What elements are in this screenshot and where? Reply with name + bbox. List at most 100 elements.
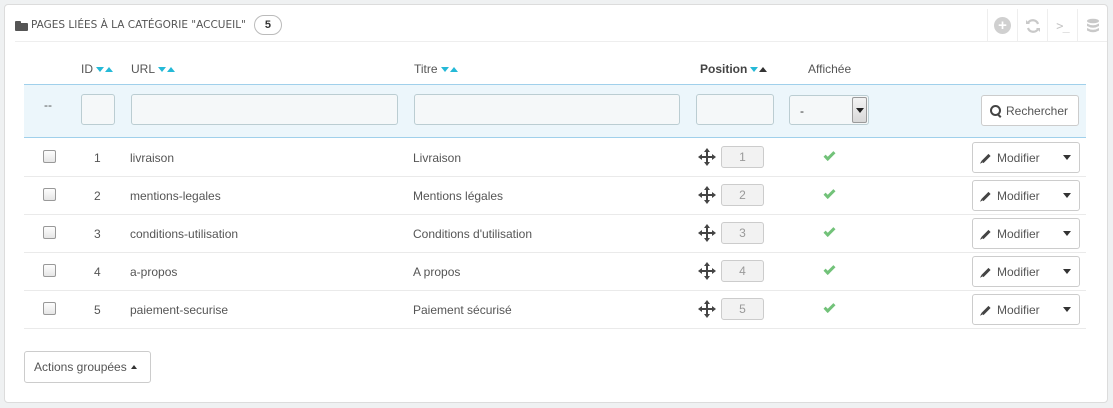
edit-button-label: Modifier — [997, 227, 1040, 241]
header-id-label: ID — [81, 62, 93, 76]
table-row: 4 a-propos A propos 4 Modifier — [24, 253, 1086, 291]
cell-title: A propos — [413, 265, 461, 279]
header-title[interactable]: Titre — [414, 62, 458, 76]
terminal-icon: >_ — [1056, 18, 1069, 33]
cell-url: paiement-securise — [130, 303, 229, 317]
panel-toolbar: + >_ — [987, 9, 1107, 42]
row-actions-dropdown[interactable] — [1053, 181, 1080, 210]
bulk-actions-button[interactable]: Actions groupées — [24, 351, 151, 383]
sort-desc-icon[interactable] — [440, 66, 449, 72]
row-actions-dropdown[interactable] — [1053, 143, 1080, 172]
sort-asc-icon[interactable] — [449, 66, 458, 72]
edit-button[interactable]: Modifier — [981, 265, 1040, 279]
drag-handle-icon[interactable] — [698, 148, 716, 166]
export-button[interactable] — [1077, 9, 1107, 42]
header-title-label: Titre — [414, 62, 438, 76]
row-actions-dropdown[interactable] — [1053, 219, 1080, 248]
sort-asc-icon[interactable] — [167, 66, 176, 72]
row-actions-dropdown[interactable] — [1053, 295, 1080, 324]
header-displayed: Affichée — [808, 62, 851, 76]
bulk-select-placeholder: -- — [44, 98, 52, 112]
drag-handle-icon[interactable] — [698, 262, 716, 280]
check-icon[interactable] — [823, 224, 836, 238]
sort-desc-icon[interactable] — [158, 66, 167, 72]
cell-url: mentions-legales — [130, 189, 221, 203]
panel-heading: Pages liées à la catégorie "Accueil" 5 +… — [15, 9, 1107, 42]
sort-desc-icon[interactable] — [96, 66, 104, 72]
check-icon[interactable] — [823, 262, 836, 276]
sort-icons[interactable] — [96, 66, 113, 72]
edit-button[interactable]: Modifier — [981, 151, 1040, 165]
panel-title: Pages liées à la catégorie "Accueil" — [31, 19, 246, 31]
position-value: 4 — [721, 260, 764, 282]
cell-id: 5 — [94, 303, 101, 317]
refresh-button[interactable] — [1017, 9, 1047, 42]
filter-id-input[interactable] — [81, 94, 115, 125]
add-icon: + — [994, 17, 1011, 34]
row-actions-dropdown[interactable] — [1053, 257, 1080, 286]
header-id[interactable]: ID — [81, 62, 113, 76]
sort-desc-icon[interactable] — [750, 66, 759, 72]
caret-up-icon — [130, 365, 137, 369]
search-button-label: Rechercher — [1006, 103, 1069, 118]
edit-button[interactable]: Modifier — [981, 303, 1040, 317]
chevron-down-icon[interactable] — [852, 97, 867, 123]
refresh-icon — [1025, 18, 1040, 33]
search-icon — [990, 104, 1002, 117]
row-checkbox[interactable] — [43, 188, 56, 201]
drag-handle-icon[interactable] — [698, 224, 716, 242]
edit-button-label: Modifier — [997, 265, 1040, 279]
edit-button-group: Modifier — [972, 256, 1080, 287]
row-checkbox[interactable] — [43, 226, 56, 239]
edit-button-group: Modifier — [972, 180, 1080, 211]
drag-handle-icon[interactable] — [698, 300, 716, 318]
edit-button-group: Modifier — [972, 142, 1080, 173]
cell-title: Conditions d'utilisation — [413, 227, 533, 241]
count-badge: 5 — [253, 15, 282, 35]
filter-position-input[interactable] — [696, 94, 774, 125]
folder-icon — [15, 20, 28, 31]
add-button[interactable]: + — [987, 9, 1017, 42]
header-position[interactable]: Position — [700, 62, 768, 76]
header-url[interactable]: URL — [131, 62, 176, 76]
drag-handle-icon[interactable] — [698, 186, 716, 204]
header-displayed-label: Affichée — [808, 62, 852, 76]
pencil-icon — [981, 229, 991, 239]
cell-title: Livraison — [413, 151, 462, 165]
filter-url-input[interactable] — [131, 94, 398, 125]
table-header: ID URL Titre Position Affichée — [24, 56, 1086, 84]
filter-displayed-select[interactable]: - — [789, 95, 869, 125]
sort-icons[interactable] — [440, 66, 458, 72]
filter-row: -- - Rechercher — [24, 84, 1086, 138]
table-row: 1 livraison Livraison 1 Modifier — [24, 139, 1086, 177]
header-url-label: URL — [131, 62, 156, 76]
search-button[interactable]: Rechercher — [981, 95, 1079, 126]
position-value: 2 — [721, 184, 764, 206]
sort-icons[interactable] — [158, 66, 176, 72]
row-checkbox[interactable] — [43, 264, 56, 277]
cell-url: conditions-utilisation — [130, 227, 239, 241]
check-icon[interactable] — [823, 148, 836, 162]
select-value: - — [800, 104, 804, 118]
header-position-label: Position — [700, 62, 748, 76]
sort-icons[interactable] — [750, 66, 768, 72]
edit-button-label: Modifier — [997, 303, 1040, 317]
edit-button[interactable]: Modifier — [981, 189, 1040, 203]
pencil-icon — [981, 153, 991, 163]
cell-id: 1 — [94, 151, 101, 165]
row-checkbox[interactable] — [43, 302, 56, 315]
position-value: 3 — [721, 222, 764, 244]
edit-button[interactable]: Modifier — [981, 227, 1040, 241]
row-checkbox[interactable] — [43, 150, 56, 163]
check-icon[interactable] — [823, 186, 836, 200]
cell-url: a-propos — [130, 265, 178, 279]
edit-button-group: Modifier — [972, 294, 1080, 325]
edit-button-label: Modifier — [997, 151, 1040, 165]
check-icon[interactable] — [823, 300, 836, 314]
pencil-icon — [981, 305, 991, 315]
filter-title-input[interactable] — [414, 94, 680, 125]
cell-id: 3 — [94, 227, 101, 241]
sql-export-button[interactable]: >_ — [1047, 9, 1077, 42]
sort-asc-icon[interactable] — [759, 66, 768, 72]
sort-asc-icon[interactable] — [105, 66, 113, 72]
